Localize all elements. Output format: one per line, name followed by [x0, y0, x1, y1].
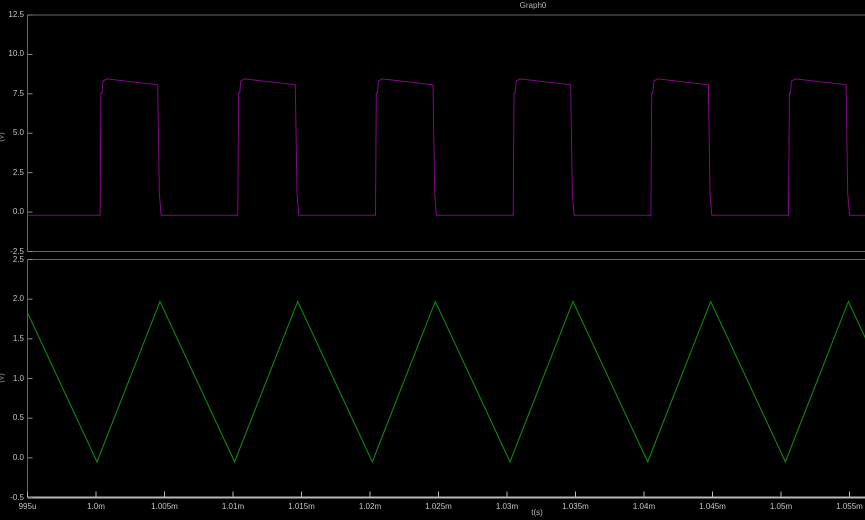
y-tick-label: 1.5: [0, 334, 24, 344]
y-tick-label: 2.5: [0, 168, 24, 178]
y-tick-label: -0.5: [0, 493, 24, 503]
x-tick-label: 1.035m: [553, 502, 599, 512]
x-tick-label: 995u: [5, 502, 51, 512]
square-wave-output-trace: [0, 79, 865, 215]
y-tick-label: 0.0: [0, 453, 24, 463]
x-tick-label: 1.04m: [621, 502, 667, 512]
x-tick-label: 1.005m: [142, 502, 188, 512]
x-tick-label: 1.025m: [416, 502, 462, 512]
y-tick-label: 2.5: [0, 255, 24, 265]
y-tick-label: 0.5: [0, 413, 24, 423]
x-tick-label: 1.0m: [73, 502, 119, 512]
y-tick-label: 10.0: [0, 49, 24, 59]
x-tick-label: 1.045m: [690, 502, 736, 512]
x-tick-label: 1.015m: [279, 502, 325, 512]
triangle-wave-capacitor-trace: [0, 302, 865, 462]
x-tick-label: 1.03m: [484, 502, 530, 512]
y-tick-label: 2.0: [0, 294, 24, 304]
x-axis-label: t(s): [531, 508, 543, 518]
y-tick-label: 12.5: [0, 10, 24, 20]
x-tick-label: 1.02m: [347, 502, 393, 512]
y-tick-label: 7.5: [0, 89, 24, 99]
x-tick-label: 1.05m: [758, 502, 804, 512]
x-tick-label: 1.055m: [827, 502, 865, 512]
y-tick-label: 5.0: [0, 128, 24, 138]
waveform-viewer-window: Graph0 (V) (V) t(s) 12.510.07.55.02.50.0…: [0, 0, 865, 520]
x-tick-label: 1.01m: [210, 502, 256, 512]
plot-area[interactable]: [0, 0, 865, 520]
y-tick-label: 0.0: [0, 207, 24, 217]
y-tick-label: 1.0: [0, 374, 24, 384]
